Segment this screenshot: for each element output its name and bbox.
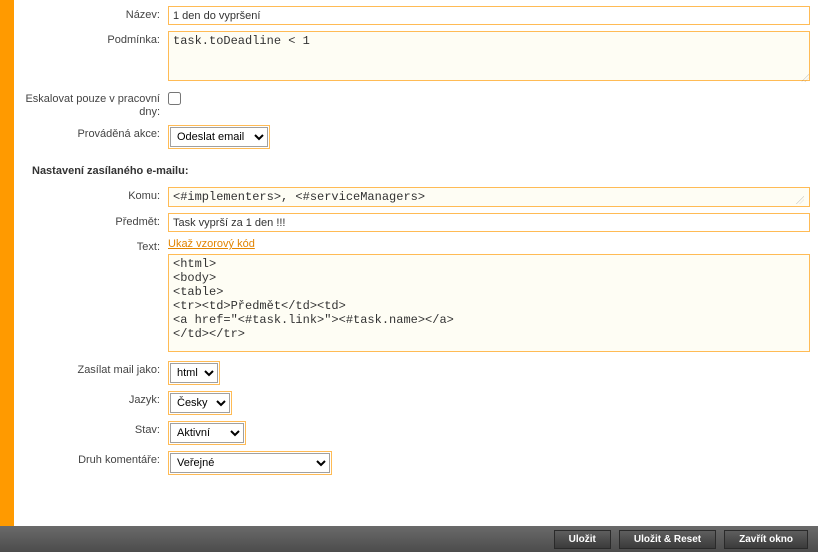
- mailas-label: Zasílat mail jako:: [18, 361, 168, 385]
- subject-label: Předmět:: [18, 213, 168, 232]
- workdays-label: Eskalovat pouze v pracovní dny:: [18, 90, 168, 119]
- commentkind-label: Druh komentáře:: [18, 451, 168, 475]
- workdays-checkbox[interactable]: [168, 92, 181, 105]
- action-label: Prováděná akce:: [18, 125, 168, 149]
- to-label: Komu:: [18, 187, 168, 207]
- to-input[interactable]: <#implementers>, <#serviceManagers>: [173, 190, 425, 204]
- email-section-header: Nastavení zasílaného e-mailu:: [18, 153, 814, 185]
- action-select[interactable]: Odeslat email: [170, 127, 268, 147]
- resize-handle-icon[interactable]: [801, 74, 809, 82]
- text-label: Text:: [18, 238, 168, 355]
- save-reset-button[interactable]: Uložit & Reset: [619, 530, 716, 549]
- name-label: Název:: [18, 6, 168, 25]
- commentkind-select[interactable]: Veřejné: [170, 453, 330, 473]
- show-sample-link[interactable]: Ukaž vzorový kód: [168, 238, 255, 250]
- name-input[interactable]: [168, 6, 810, 25]
- condition-textarea[interactable]: [168, 31, 810, 81]
- language-label: Jazyk:: [18, 391, 168, 415]
- footer-toolbar: Uložit Uložit & Reset Zavřít okno: [0, 526, 818, 552]
- subject-input[interactable]: [168, 213, 810, 232]
- left-accent-bar: [0, 0, 14, 552]
- save-button[interactable]: Uložit: [554, 530, 611, 549]
- language-select[interactable]: Česky: [170, 393, 230, 413]
- close-button[interactable]: Zavřít okno: [724, 530, 808, 549]
- mailas-select[interactable]: html: [170, 363, 218, 383]
- condition-label: Podmínka:: [18, 31, 168, 84]
- state-select[interactable]: Aktivní: [170, 423, 244, 443]
- state-label: Stav:: [18, 421, 168, 445]
- resize-handle-icon[interactable]: [796, 196, 804, 204]
- form-content: Název: Podmínka: Eskalovat pouze v praco…: [14, 0, 818, 518]
- text-textarea[interactable]: [168, 254, 810, 352]
